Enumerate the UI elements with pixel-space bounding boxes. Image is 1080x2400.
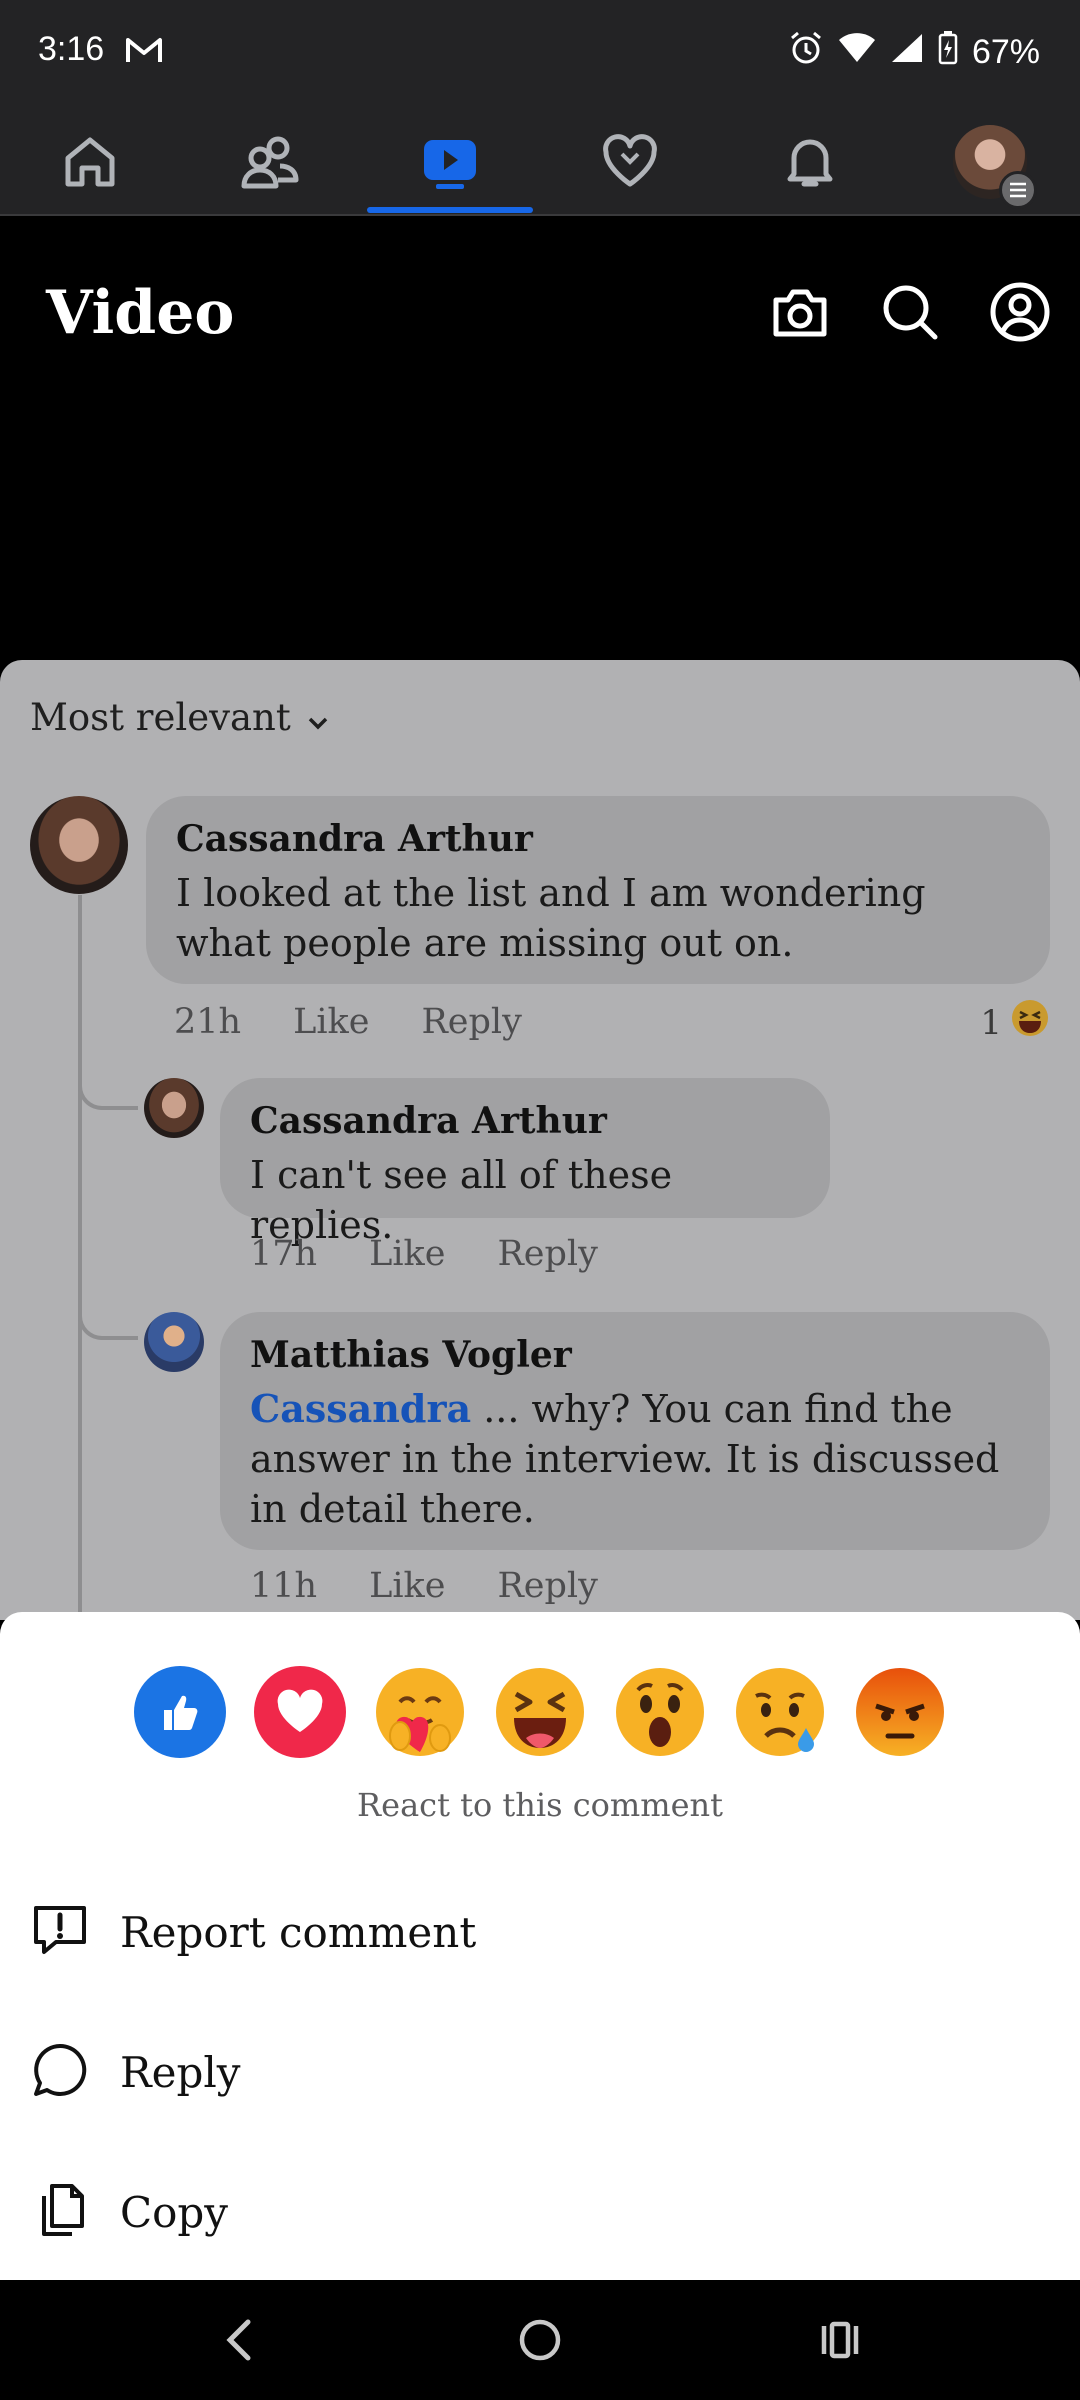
haha-emoji-icon (1010, 998, 1050, 1047)
love-reaction-icon[interactable] (254, 1666, 346, 1758)
reply-bubble-icon (30, 2040, 90, 2104)
video-header: Video (0, 218, 1080, 658)
sort-dropdown[interactable]: Most relevant (30, 696, 329, 739)
sort-label: Most relevant (30, 696, 291, 739)
chevron-down-icon (307, 696, 329, 739)
react-caption: React to this comment (357, 1786, 723, 1824)
menu-label: Report comment (120, 1907, 477, 1957)
active-tab-indicator (367, 207, 533, 213)
like-button[interactable]: Like (293, 1002, 369, 1042)
comment-text: I looked at the list and I am wondering … (176, 871, 926, 965)
reaction-count: 1 (980, 1002, 1002, 1043)
profile-menu-tab[interactable] (930, 122, 1050, 209)
comment-actions: 17h Like Reply (250, 1234, 598, 1274)
avatar[interactable] (144, 1312, 204, 1372)
top-nav (0, 104, 1080, 216)
haha-reaction-icon[interactable] (494, 1666, 586, 1758)
battery-icon (938, 31, 958, 74)
status-bar: 3:16 67% (0, 0, 1080, 104)
copy-icon (30, 2180, 90, 2244)
reaction-summary[interactable]: 1 (980, 998, 1050, 1047)
friends-icon[interactable] (210, 122, 330, 202)
comment-text: Cassandra ... why? You can find the answ… (250, 1384, 1020, 1534)
battery-percent: 67% (971, 33, 1040, 71)
report-icon (30, 1900, 90, 1964)
care-reaction-icon[interactable] (374, 1666, 466, 1758)
comment-author[interactable]: Cassandra Arthur (250, 1100, 800, 1142)
thread-line (78, 895, 82, 1620)
like-reaction-icon[interactable] (134, 1666, 226, 1758)
notifications-icon[interactable] (750, 122, 870, 202)
comment-timestamp: 21h (174, 1002, 242, 1042)
sad-reaction-icon[interactable] (734, 1666, 826, 1758)
thread-branch (78, 1030, 138, 1110)
reply-button[interactable]: Reply (421, 1002, 521, 1042)
reply-button[interactable]: Reply (497, 1234, 597, 1274)
report-comment-item[interactable]: Report comment (30, 1882, 1050, 1982)
menu-label: Reply (120, 2047, 241, 2097)
dating-icon[interactable] (570, 122, 690, 202)
comment-author[interactable]: Matthias Vogler (250, 1334, 1020, 1376)
alarm-icon (788, 30, 824, 75)
menu-icon (999, 171, 1037, 209)
menu-label: Copy (120, 2187, 229, 2237)
reactions-row (134, 1666, 946, 1758)
search-icon[interactable] (878, 280, 942, 344)
comment-author[interactable]: Cassandra Arthur (176, 818, 1020, 860)
copy-item[interactable]: Copy (30, 2162, 1050, 2262)
comment-action-sheet: React to this comment Report comment Rep… (0, 1612, 1080, 2280)
wifi-icon (838, 32, 876, 73)
reply-item[interactable]: Reply (30, 2022, 1050, 2122)
account-icon[interactable] (988, 280, 1052, 344)
angry-reaction-icon[interactable] (854, 1666, 946, 1758)
camera-icon[interactable] (768, 280, 832, 344)
system-nav-bar (0, 2280, 1080, 2400)
comments-sheet: Most relevant Cassandra Arthur I looked … (0, 660, 1080, 1620)
mention-link[interactable]: Cassandra (250, 1386, 471, 1431)
wow-reaction-icon[interactable] (614, 1666, 706, 1758)
home-icon[interactable] (30, 122, 150, 202)
home-button-icon[interactable] (510, 2310, 570, 2370)
signal-icon (890, 32, 924, 73)
status-time: 3:16 (38, 30, 105, 68)
page-title: Video (46, 278, 235, 348)
gmail-icon (124, 34, 164, 71)
recents-icon[interactable] (810, 2310, 870, 2370)
reply-button[interactable]: Reply (497, 1566, 597, 1606)
comment-timestamp: 11h (250, 1566, 318, 1606)
comment-actions: 11h Like Reply (250, 1566, 598, 1606)
like-button[interactable]: Like (369, 1234, 445, 1274)
comment-timestamp: 17h (250, 1234, 318, 1274)
comment-bubble[interactable]: Cassandra Arthur I can't see all of thes… (220, 1078, 830, 1247)
status-indicators: 67% (788, 30, 1040, 75)
back-icon[interactable] (210, 2310, 270, 2370)
avatar[interactable] (144, 1078, 204, 1138)
thread-branch (78, 1260, 138, 1340)
comment-bubble[interactable]: Matthias Vogler Cassandra ... why? You c… (220, 1312, 1050, 1550)
comment-actions: 21h Like Reply (174, 1002, 522, 1042)
comment-bubble[interactable]: Cassandra Arthur I looked at the list an… (146, 796, 1050, 984)
video-icon[interactable] (390, 122, 510, 202)
like-button[interactable]: Like (369, 1566, 445, 1606)
avatar (953, 125, 1037, 209)
avatar[interactable] (30, 796, 128, 894)
